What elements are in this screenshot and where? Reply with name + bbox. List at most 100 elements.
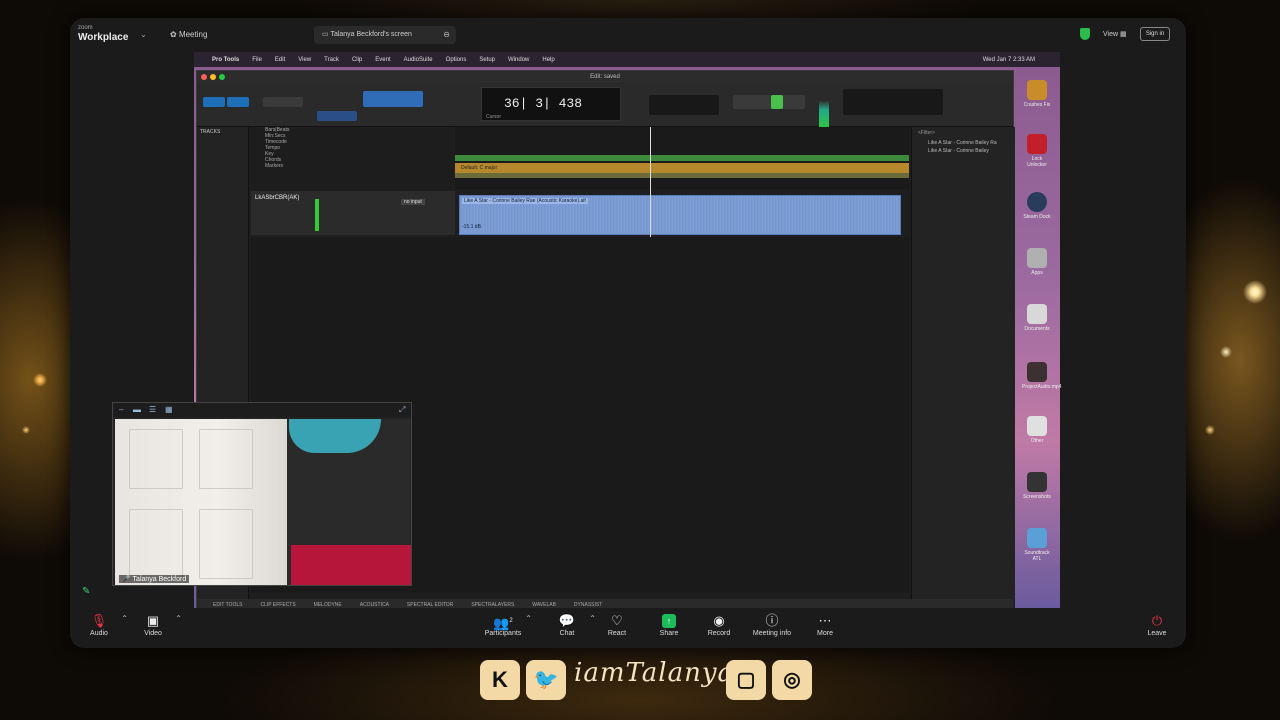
menu-window[interactable]: Window [508,57,529,63]
clip-list-item[interactable]: Like A Star - Corinne Bailey Ra [912,139,1015,147]
app-icon [1027,248,1047,268]
window-controls [201,74,225,80]
ruler-markers[interactable]: Markers [251,163,453,169]
pencil-icon[interactable]: ✎ [82,586,90,597]
menu-clip[interactable]: Clip [352,57,362,63]
desktop-item[interactable]: Documents [1022,304,1052,332]
menu-view[interactable]: View [298,57,311,63]
chat-button[interactable]: 💬 Chat ⌃ [542,612,596,637]
self-view-name: 🎤 Talanya Beckford [119,575,190,583]
quantize-settings[interactable] [843,89,943,115]
meeting-info-button[interactable]: ⓘ Meeting info [747,612,797,637]
camera-feed: 🎤 Talanya Beckford [115,419,411,585]
menu-edit[interactable]: Edit [275,57,285,63]
chevron-down-icon[interactable]: ⌄ [140,30,147,39]
video-button[interactable]: ▣ Video ⌃ [128,612,182,637]
timeline-rulers[interactable]: Default: C major [455,127,909,189]
more-button[interactable]: ⋯ More [800,612,850,637]
twitch-icon: ▢ [726,660,766,700]
grid-nudge-buttons[interactable] [317,111,357,121]
zoom-logo[interactable]: zoom Workplace [78,24,128,43]
menu-datetime[interactable]: Wed Jan 7 2:33 AM [983,57,1035,63]
shield-icon[interactable] [1080,28,1090,40]
desktop-item[interactable]: Lock Unlocker [1022,134,1052,168]
minimize-icon[interactable] [210,74,216,80]
record-enable-button[interactable] [771,95,783,109]
counter-value: 36| 3| 438 [504,96,583,111]
track-input-selector[interactable]: no input [401,199,425,205]
clip-list-item[interactable]: Like A Star - Corinne Bailey [912,147,1015,155]
maximize-icon[interactable] [219,74,225,80]
lock-icon [1027,134,1047,154]
desktop-item-label: Other [1030,438,1044,444]
tempo-ruler-bar [455,155,909,161]
menu-setup[interactable]: Setup [479,57,495,63]
desktop-item[interactable]: Soundtrack ATL [1022,528,1052,562]
clip-volume[interactable]: -15.1 dB [462,224,481,230]
grid-settings[interactable] [649,95,719,115]
desktop-item[interactable]: ProjectAudio.mp4 [1022,362,1061,390]
menu-app-name[interactable]: Pro Tools [212,57,239,63]
audio-track[interactable]: LkASbrCBR(AK) no input [251,191,455,235]
desktop-item[interactable]: Screenshots [1022,472,1052,500]
self-view-window[interactable]: – ▬ ☰ ▦ ⤢ 🎤 Talanya Beckford [112,402,412,586]
document-icon [1027,304,1047,324]
heart-icon: ♡ [611,613,623,628]
meeting-label[interactable]: ✿ Meeting [170,30,207,39]
track-meter [315,199,319,231]
clip-name: Like A Star - Corinne Bailey Rae (Acoust… [462,198,588,204]
menu-options[interactable]: Options [446,57,467,63]
chevron-up-icon[interactable]: ⌃ [121,614,128,623]
menu-file[interactable]: File [252,57,262,63]
shared-screen-tab[interactable]: ▭ Talanya Beckford's screen ⊖ [314,26,456,44]
desktop-item[interactable]: Crashes Fix [1022,80,1052,108]
desktop-item[interactable]: Steam Dock [1022,192,1052,220]
info-icon: ⓘ [765,613,779,628]
menu-audiosuite[interactable]: AudioSuite [404,57,433,63]
stop-view-icon[interactable]: ⊖ [443,26,450,44]
zoom-buttons[interactable] [263,97,303,107]
shared-screen-tab-label: Talanya Beckford's screen [330,31,412,38]
share-button[interactable]: ↑ Share [644,612,694,637]
kick-icon: K [480,660,520,700]
chat-icon: 💬 [558,613,576,628]
track-name[interactable]: LkASbrCBR(AK) [255,195,299,201]
video-file-icon [1027,362,1047,382]
twitter-icon: 🐦 [526,660,566,700]
red-chair [291,545,411,585]
chevron-up-icon[interactable]: ⌃ [175,614,182,623]
desktop-item[interactable]: Apps [1022,248,1052,276]
close-icon[interactable] [201,74,207,80]
gallery-view-icon[interactable]: ☰ [149,405,156,414]
grid-view-icon[interactable]: ▦ [165,405,173,414]
audio-clip[interactable]: Like A Star - Corinne Bailey Rae (Acoust… [459,195,901,235]
desktop-item[interactable]: Other [1022,416,1052,444]
record-button[interactable]: ◉ Record [694,612,744,637]
speaker-view-icon[interactable]: ▬ [133,405,141,414]
view-button[interactable]: View ▦ [1103,30,1127,38]
audio-button[interactable]: 🎙 Audio ⌃ [74,612,128,637]
minimize-icon[interactable]: – [119,405,123,414]
leave-button[interactable]: ⏻ Leave [1132,612,1182,637]
sign-in-button[interactable]: Sign in [1140,27,1170,41]
desktop-item-label: Steam Dock [1023,214,1051,220]
chevron-up-icon[interactable]: ⌃ [525,614,532,623]
door-panel [129,509,183,579]
participants-button[interactable]: 👥2 Participants ⌃ [478,612,532,637]
mode-shuffle-button[interactable] [203,97,225,107]
react-button[interactable]: ♡ React [592,612,642,637]
clips-filter[interactable]: <Filter> [912,127,1015,139]
mode-spot-button[interactable] [227,97,249,107]
edit-tools[interactable] [363,91,423,107]
desktop-item-label: Crashes Fix [1023,102,1051,108]
menu-help[interactable]: Help [542,57,554,63]
main-counter[interactable]: 36| 3| 438 Cursor [481,87,621,121]
expand-icon[interactable]: ⤢ [399,405,405,415]
menu-track[interactable]: Track [324,57,339,63]
transport-controls[interactable] [733,95,805,109]
playhead[interactable] [650,127,651,237]
menu-event[interactable]: Event [375,57,390,63]
edit-toolbar: 36| 3| 438 Cursor [197,83,1013,131]
folder-icon [1027,472,1047,492]
door-panel [129,429,183,489]
